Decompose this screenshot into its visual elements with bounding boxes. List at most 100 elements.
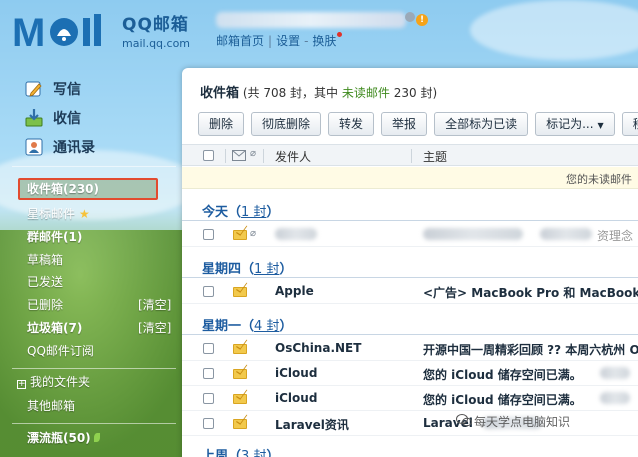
mail-preview-tail: 资理念 — [597, 229, 634, 243]
folder-other-mailbox[interactable]: 其他邮箱 — [27, 397, 75, 415]
settings-link[interactable]: 设置 — [276, 34, 300, 48]
account-redacted-dot — [405, 12, 415, 22]
receive-button[interactable]: 收信 — [24, 107, 81, 129]
wechat-watermark-icon — [456, 414, 472, 427]
brand-title: QQ邮箱 — [122, 15, 189, 35]
folder-starred-label: 星标邮件 — [27, 207, 76, 221]
brand: QQ邮箱 mail.qq.com — [122, 10, 190, 50]
mail-row[interactable]: ⌀ 资理念 — [182, 222, 638, 247]
mark-as-label: 标记为... — [546, 117, 594, 131]
mail-sender: Apple — [275, 284, 314, 298]
group-header-thursday: 星期四（1 封） — [202, 262, 293, 277]
group-header-last-week: 上周（3 封） — [202, 445, 279, 457]
home-link[interactable]: 邮箱首页 — [216, 34, 264, 48]
envelope-column-icon[interactable] — [232, 150, 246, 161]
mail-row[interactable]: iCloud 您的 iCloud 储存空间已满。 — [182, 386, 638, 411]
clear-deleted-link[interactable]: [清空] — [138, 296, 171, 314]
mail-row[interactable]: iCloud 您的 iCloud 储存空间已满。 — [182, 361, 638, 386]
delete-permanently-button[interactable]: 彻底删除 — [251, 112, 322, 136]
preview-redacted — [600, 367, 630, 379]
svg-text:M: M — [12, 11, 45, 52]
folder-inbox[interactable]: 收件箱(230) — [27, 180, 99, 198]
delete-button[interactable]: 删除 — [198, 112, 245, 136]
inbox-title: 收件箱 — [200, 86, 240, 101]
group-monday-label: 星期一 — [202, 319, 242, 334]
row-checkbox[interactable] — [203, 418, 214, 429]
group-today-count[interactable]: 1 封 — [241, 205, 266, 220]
new-dot-icon — [337, 32, 343, 37]
report-button[interactable]: 举报 — [381, 112, 428, 136]
folder-spam[interactable]: 垃圾箱(7) — [27, 319, 82, 337]
pencil-icon — [25, 81, 42, 97]
compose-button[interactable]: 写信 — [24, 78, 81, 100]
contacts-button[interactable]: 通讯录 — [24, 136, 95, 158]
mail-row[interactable]: Apple <广告> MacBook Pro 和 MacBook — [182, 279, 638, 304]
select-all-checkbox[interactable] — [203, 150, 214, 161]
mail-subject: 开源中国一周精彩回顾 ?? 本周六杭州 O — [423, 343, 638, 357]
forward-button[interactable]: 转发 — [328, 112, 375, 136]
sender-column-header[interactable]: 发件人 — [275, 148, 311, 165]
folder-group-mail[interactable]: 群邮件(1) — [27, 228, 82, 246]
mail-subject: <广告> MacBook Pro 和 MacBook — [423, 286, 638, 300]
column-divider — [411, 149, 412, 163]
skin-link[interactable]: 换肤 — [312, 34, 336, 48]
group-divider — [182, 220, 638, 221]
group-thursday-count[interactable]: 1 封 — [254, 262, 279, 277]
folder-drift-bottle[interactable]: 漂流瓶(50) — [27, 429, 100, 447]
group-header-monday: 星期一（4 封） — [202, 319, 293, 334]
folder-my-folders-label: 我的文件夹 — [30, 375, 91, 389]
sidebar: 写信 收信 通讯录 收件箱(230) 星标邮件 ★ 群邮件(1) 草稿箱 已发送 … — [0, 66, 178, 457]
unread-link[interactable]: 未读邮件 — [342, 86, 390, 100]
group-last-week-count[interactable]: 3 封 — [241, 449, 266, 457]
sender-redacted — [275, 228, 317, 240]
folder-deleted[interactable]: 已删除 — [27, 296, 63, 314]
sidebar-divider — [12, 423, 176, 424]
envelope-icon — [233, 230, 247, 240]
clear-spam-link[interactable]: [清空] — [138, 319, 171, 337]
group-last-week-label: 上周 — [202, 449, 229, 457]
folder-starred[interactable]: 星标邮件 ★ — [27, 205, 90, 223]
qqmail-logo[interactable]: M — [12, 8, 116, 52]
row-checkbox[interactable] — [203, 343, 214, 354]
sidebar-divider — [12, 368, 176, 369]
link-separator: | — [268, 34, 273, 48]
star-icon: ★ — [79, 207, 90, 221]
subject-column-header[interactable]: 主题 — [423, 148, 447, 165]
header-links: 邮箱首页 | 设置 - 换肤 — [216, 32, 343, 49]
row-checkbox[interactable] — [203, 229, 214, 240]
group-divider — [182, 277, 638, 278]
row-checkbox[interactable] — [203, 393, 214, 404]
mail-row[interactable]: OsChina.NET 开源中国一周精彩回顾 ?? 本周六杭州 O — [182, 336, 638, 361]
folder-drafts[interactable]: 草稿箱 — [27, 251, 63, 269]
move-to-dropdown[interactable]: 移 — [621, 112, 638, 136]
expand-icon[interactable]: + — [17, 380, 26, 389]
folder-my-folders[interactable]: + 我的文件夹 — [17, 373, 90, 391]
group-monday-count[interactable]: 4 封 — [254, 319, 279, 334]
folder-subscriptions[interactable]: QQ邮件订阅 — [27, 342, 94, 360]
mark-as-dropdown[interactable]: 标记为... ▼ — [535, 112, 615, 136]
brand-url: mail.qq.com — [122, 37, 191, 50]
row-checkbox[interactable] — [203, 286, 214, 297]
attachment-icon: ⌀ — [250, 228, 257, 239]
unread-notice-text: 您的未读邮件 — [566, 173, 632, 186]
group-divider — [182, 334, 638, 335]
envelope-icon — [233, 287, 247, 297]
row-checkbox[interactable] — [203, 368, 214, 379]
preview-redacted — [600, 392, 630, 404]
summary-prefix: (共 708 封，其中 — [242, 86, 339, 100]
mark-all-read-button[interactable]: 全部标为已读 — [434, 112, 529, 136]
leaf-icon — [93, 433, 100, 442]
alert-icon[interactable]: ! — [416, 14, 428, 26]
subject-redacted — [423, 228, 523, 240]
folder-sent[interactable]: 已发送 — [27, 273, 63, 291]
column-header: ⌀ 发件人 主题 — [182, 144, 638, 166]
receive-label: 收信 — [53, 111, 81, 127]
contacts-icon — [25, 138, 43, 156]
mail-subject: 您的 iCloud 储存空间已满。 — [423, 393, 582, 407]
mail-list-panel: 收件箱 (共 708 封，其中 未读邮件 230 封) 删除 彻底删除 转发 举… — [182, 68, 638, 457]
attachment-column-icon[interactable]: ⌀ — [250, 148, 256, 159]
unread-notice-bar: 您的未读邮件 — [182, 167, 638, 189]
inbox-download-icon — [25, 109, 43, 127]
mail-subject: 您的 iCloud 储存空间已满。 — [423, 368, 582, 382]
sidebar-divider — [12, 166, 176, 167]
